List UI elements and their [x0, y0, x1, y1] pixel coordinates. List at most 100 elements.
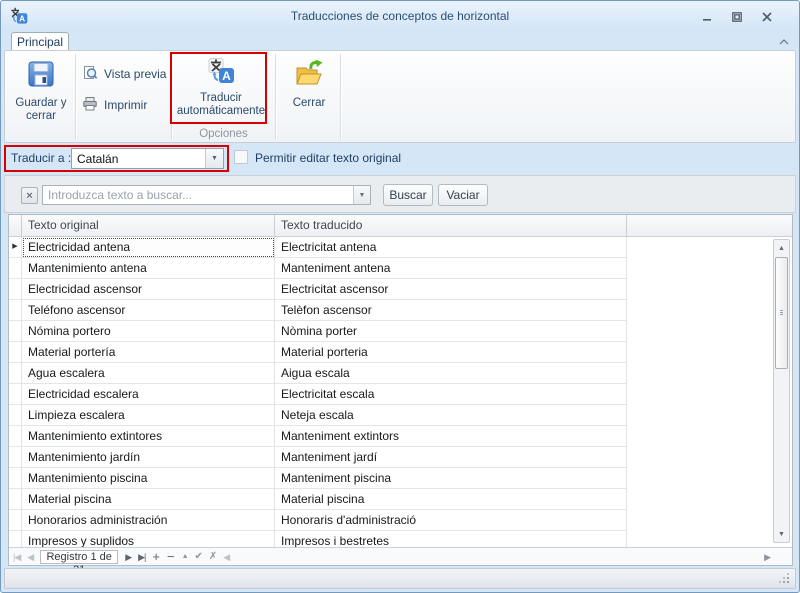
save-icon [26, 59, 56, 93]
guardar-y-cerrar-button[interactable]: Guardar y cerrar [11, 54, 71, 134]
search-input[interactable] [43, 186, 353, 204]
cell-texto-traducido[interactable]: Electricitat ascensor [275, 279, 627, 300]
cell-texto-traducido[interactable]: Honoraris d'administració [275, 510, 627, 531]
cell-texto-original[interactable]: Material portería [22, 342, 275, 363]
search-dropdown-icon[interactable]: ▼ [353, 186, 370, 204]
cell-texto-traducido[interactable]: Aigua escala [275, 363, 627, 384]
cell-texto-original[interactable]: Electricidad escalera [22, 384, 275, 405]
table-row[interactable]: Limpieza escalera Neteja escala [9, 405, 628, 426]
table-row[interactable]: Electricidad ascensor Electricitat ascens… [9, 279, 628, 300]
cell-texto-original[interactable]: Agua escalera [22, 363, 275, 384]
traducir-automaticamente-label: Traducir automáticamente [176, 92, 266, 117]
ribbon-tab-row: Principal [1, 31, 799, 51]
nav-post-button[interactable]: ✔ [195, 549, 203, 565]
nav-first-button[interactable]: |◀ [13, 549, 21, 565]
cell-texto-traducido[interactable]: Neteja escala [275, 405, 627, 426]
ribbon-separator [340, 54, 341, 139]
column-header-texto-original[interactable]: Texto original [22, 215, 275, 236]
nav-prev-button[interactable]: ◀ [27, 549, 34, 565]
cerrar-label: Cerrar [292, 97, 326, 109]
cell-texto-original[interactable]: Mantenimiento antena [22, 258, 275, 279]
hscroll-right-icon[interactable]: ▶ [764, 549, 771, 565]
scrollbar-thumb[interactable] [775, 257, 788, 369]
cell-texto-traducido[interactable]: Electricitat antena [275, 237, 627, 258]
cell-texto-traducido[interactable]: Manteniment extintors [275, 426, 627, 447]
column-header-filler [627, 215, 792, 236]
nav-cancel-button[interactable]: ✗ [209, 549, 217, 565]
scroll-down-icon[interactable]: ▼ [774, 526, 789, 542]
cell-texto-traducido[interactable]: Electricitat escala [275, 384, 627, 405]
table-row[interactable]: Mantenimiento piscina Manteniment piscina [9, 468, 628, 489]
table-row[interactable]: Mantenimiento extintores Manteniment exti… [9, 426, 628, 447]
cell-texto-traducido[interactable]: Manteniment antena [275, 258, 627, 279]
title-bar[interactable]: A Traducciones de conceptos de horizonta… [1, 1, 799, 31]
table-row[interactable]: Impresos y suplidos Impresos i bestretes [9, 531, 628, 547]
cerrar-button[interactable]: Cerrar [281, 54, 337, 124]
cell-texto-traducido[interactable]: Manteniment piscina [275, 468, 627, 489]
nav-add-button[interactable]: + [152, 549, 160, 565]
cell-texto-original[interactable]: Mantenimiento jardín [22, 447, 275, 468]
hscroll-left-icon[interactable]: ◀ [223, 549, 230, 565]
cell-texto-original[interactable]: Mantenimiento extintores [22, 426, 275, 447]
column-header-texto-traducido[interactable]: Texto traducido [275, 215, 627, 236]
cell-texto-traducido[interactable]: Manteniment jardí [275, 447, 627, 468]
cell-texto-traducido[interactable]: Telèfon ascensor [275, 300, 627, 321]
translations-grid: Texto original Texto traducido ▶ Electric… [8, 214, 793, 576]
traducir-automaticamente-button[interactable]: A Traducir automáticamente [174, 53, 268, 123]
table-row[interactable]: Material piscina Material piscina [9, 489, 628, 510]
imprimir-button[interactable]: Imprimir [82, 94, 147, 116]
vaciar-button[interactable]: Vaciar [438, 184, 488, 206]
nav-next-button[interactable]: ▶ [125, 549, 132, 565]
restore-button[interactable] [730, 10, 743, 23]
chevron-down-icon[interactable]: ▼ [205, 149, 223, 168]
grid-header: Texto original Texto traducido [9, 215, 792, 237]
vista-previa-label: Vista previa [104, 67, 167, 81]
nav-edit-button[interactable]: ▲ [182, 549, 189, 565]
nav-delete-button[interactable]: − [167, 549, 175, 565]
resize-grip-icon[interactable] [787, 581, 789, 583]
traducir-a-label: Traducir a : [11, 151, 72, 165]
ribbon-separator [75, 54, 76, 139]
cell-texto-traducido[interactable]: Material porteria [275, 342, 627, 363]
cell-texto-original[interactable]: Electricidad ascensor [22, 279, 275, 300]
tab-principal[interactable]: Principal [11, 32, 69, 51]
cell-texto-original[interactable]: Mantenimiento piscina [22, 468, 275, 489]
cell-texto-traducido[interactable]: Material piscina [275, 489, 627, 510]
ribbon-collapse-icon[interactable] [777, 36, 791, 48]
table-row[interactable]: Mantenimiento antena Manteniment antena [9, 258, 628, 279]
table-row[interactable]: Material portería Material porteria [9, 342, 628, 363]
table-row[interactable]: Electricidad escalera Electricitat escala [9, 384, 628, 405]
row-indicator [9, 321, 22, 342]
vista-previa-button[interactable]: Vista previa [82, 63, 166, 85]
cell-texto-traducido[interactable]: Nòmina porter [275, 321, 627, 342]
vertical-scrollbar[interactable]: ▲ ▼ [773, 239, 790, 543]
clear-search-button[interactable]: × [21, 187, 38, 204]
cell-texto-original[interactable]: Impresos y suplidos [22, 531, 275, 547]
table-row[interactable]: Teléfono ascensor Telèfon ascensor [9, 300, 628, 321]
print-preview-icon [82, 65, 98, 84]
table-row[interactable]: Agua escalera Aigua escala [9, 363, 628, 384]
cell-texto-traducido[interactable]: Impresos i bestretes [275, 531, 627, 547]
grid-body: ▶ Electricidad antena Electricitat antena M… [9, 237, 792, 547]
language-combobox[interactable]: Catalán ▼ [71, 148, 224, 169]
minimize-button[interactable] [700, 10, 713, 23]
cell-texto-original[interactable]: Limpieza escalera [22, 405, 275, 426]
row-indicator [9, 363, 22, 384]
scroll-up-icon[interactable]: ▲ [774, 240, 789, 256]
close-button[interactable] [760, 10, 773, 23]
row-indicator [9, 279, 22, 300]
cell-texto-original[interactable]: Teléfono ascensor [22, 300, 275, 321]
table-row[interactable]: Mantenimiento jardín Manteniment jardí [9, 447, 628, 468]
cell-texto-original[interactable]: Nómina portero [22, 321, 275, 342]
cell-texto-original[interactable]: Material piscina [22, 489, 275, 510]
ribbon: Guardar y cerrar Vista previa Imprimir A… [4, 50, 796, 143]
cell-texto-original[interactable]: Electricidad antena [22, 237, 275, 258]
table-row[interactable]: ▶ Electricidad antena Electricitat antena [9, 237, 628, 258]
table-row[interactable]: Nómina portero Nòmina porter [9, 321, 628, 342]
table-row[interactable]: Honorarios administración Honoraris d'adm… [9, 510, 628, 531]
nav-last-button[interactable]: ▶| [138, 549, 146, 565]
cell-texto-original[interactable]: Honorarios administración [22, 510, 275, 531]
row-indicator [9, 489, 22, 510]
permitir-editar-checkbox[interactable] [234, 150, 248, 164]
buscar-button[interactable]: Buscar [383, 184, 433, 206]
